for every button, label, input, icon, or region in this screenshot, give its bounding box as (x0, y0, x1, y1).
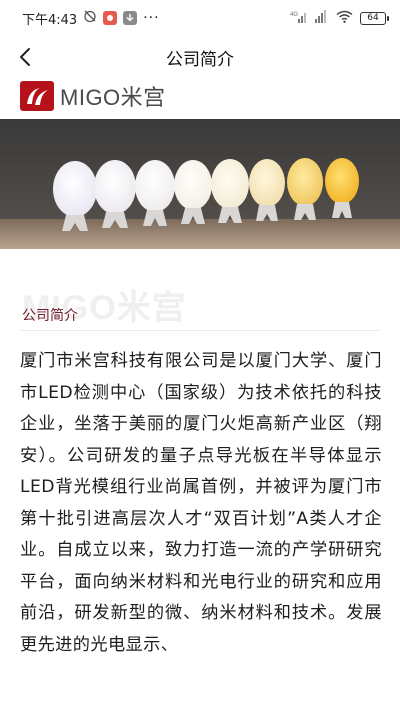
egg-lamps-photo (0, 119, 400, 249)
product-banner-image (0, 119, 400, 249)
network-label: 4G (290, 12, 298, 18)
company-description: 厦门市米宫科技有限公司是以厦门大学、厦门市LED检测中心（国家级）为技术依托的科… (20, 351, 382, 655)
migo-logo-mark-icon (20, 81, 54, 111)
back-button[interactable] (10, 42, 40, 72)
wifi-icon (336, 10, 353, 27)
status-right: 4G 64 (290, 9, 389, 27)
app-notification-icon (103, 11, 118, 25)
battery-icon: 64 (360, 11, 389, 25)
download-icon (123, 11, 138, 25)
section-heading: 公司简介 (22, 308, 78, 324)
company-logo: MIGO米宫 (20, 80, 166, 112)
status-bar: 下午4:43 ··· 4G 64 (0, 0, 400, 36)
more-notifications-indicator: ··· (143, 10, 160, 26)
nav-bar: 公司简介 (0, 36, 400, 78)
section-divider (20, 330, 380, 331)
status-left: 下午4:43 ··· (22, 9, 160, 28)
signal-icon: 4G (290, 10, 308, 27)
alarm-off-icon (83, 9, 97, 27)
logo-wordmark: MIGO米宫 (60, 85, 166, 110)
signal-icon (315, 9, 329, 27)
status-time: 下午4:43 (22, 12, 78, 28)
battery-level: 64 (367, 12, 379, 23)
page-title: 公司简介 (166, 49, 234, 70)
chevron-left-icon (20, 48, 30, 66)
